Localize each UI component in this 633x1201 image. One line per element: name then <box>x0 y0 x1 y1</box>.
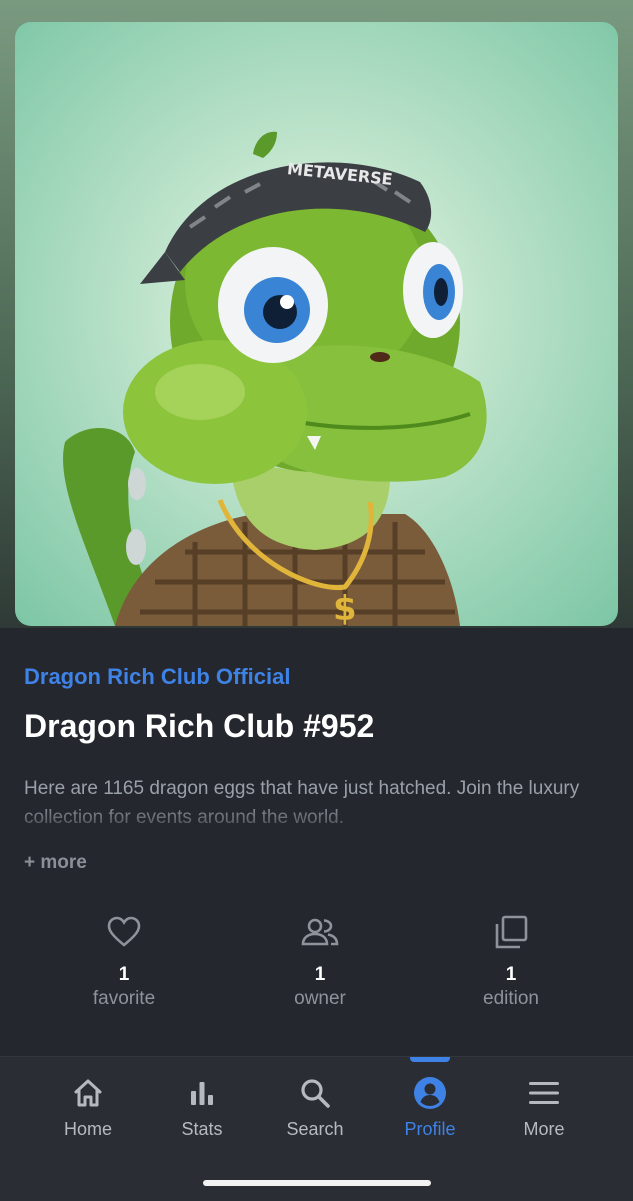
bar-chart-icon <box>147 1075 257 1111</box>
home-indicator[interactable] <box>203 1180 431 1186</box>
stat-owner[interactable]: 1 owner <box>240 912 400 1010</box>
copies-icon <box>431 912 591 952</box>
people-icon <box>240 912 400 952</box>
active-tab-indicator <box>410 1057 450 1062</box>
collection-link[interactable]: Dragon Rich Club Official <box>24 664 290 690</box>
nav-home[interactable]: Home <box>33 1075 143 1140</box>
nav-profile[interactable]: Profile <box>375 1075 485 1140</box>
nav-stats-label: Stats <box>181 1119 223 1139</box>
owner-label: owner <box>294 988 346 1009</box>
menu-icon <box>489 1075 599 1111</box>
nav-profile-label: Profile <box>404 1119 456 1139</box>
more-button[interactable]: + more <box>24 852 87 874</box>
nft-description: Here are 1165 dragon eggs that have just… <box>24 778 580 828</box>
edition-label: edition <box>483 988 539 1009</box>
svg-text:$: $ <box>333 589 357 626</box>
nav-home-label: Home <box>63 1119 112 1139</box>
nav-more-label: More <box>523 1119 565 1139</box>
edition-count: 1 <box>505 964 517 985</box>
nft-artwork[interactable]: $ METAVERSE <box>15 22 618 626</box>
nav-stats[interactable]: Stats <box>147 1075 257 1140</box>
nav-more[interactable]: More <box>489 1075 599 1140</box>
search-icon <box>260 1075 370 1111</box>
owner-count: 1 <box>314 964 326 985</box>
stat-edition[interactable]: 1 edition <box>431 912 591 1010</box>
dragon-illustration: $ METAVERSE <box>63 131 487 626</box>
nft-title: Dragon Rich Club #952 <box>24 708 375 744</box>
home-icon <box>33 1075 143 1111</box>
stat-favorite[interactable]: 1 favorite <box>44 912 204 1010</box>
favorite-count: 1 <box>118 964 130 985</box>
profile-icon <box>375 1075 485 1111</box>
heart-icon <box>44 912 204 952</box>
nav-search-label: Search <box>286 1119 344 1139</box>
nav-search[interactable]: Search <box>260 1075 370 1140</box>
favorite-label: favorite <box>92 988 156 1009</box>
